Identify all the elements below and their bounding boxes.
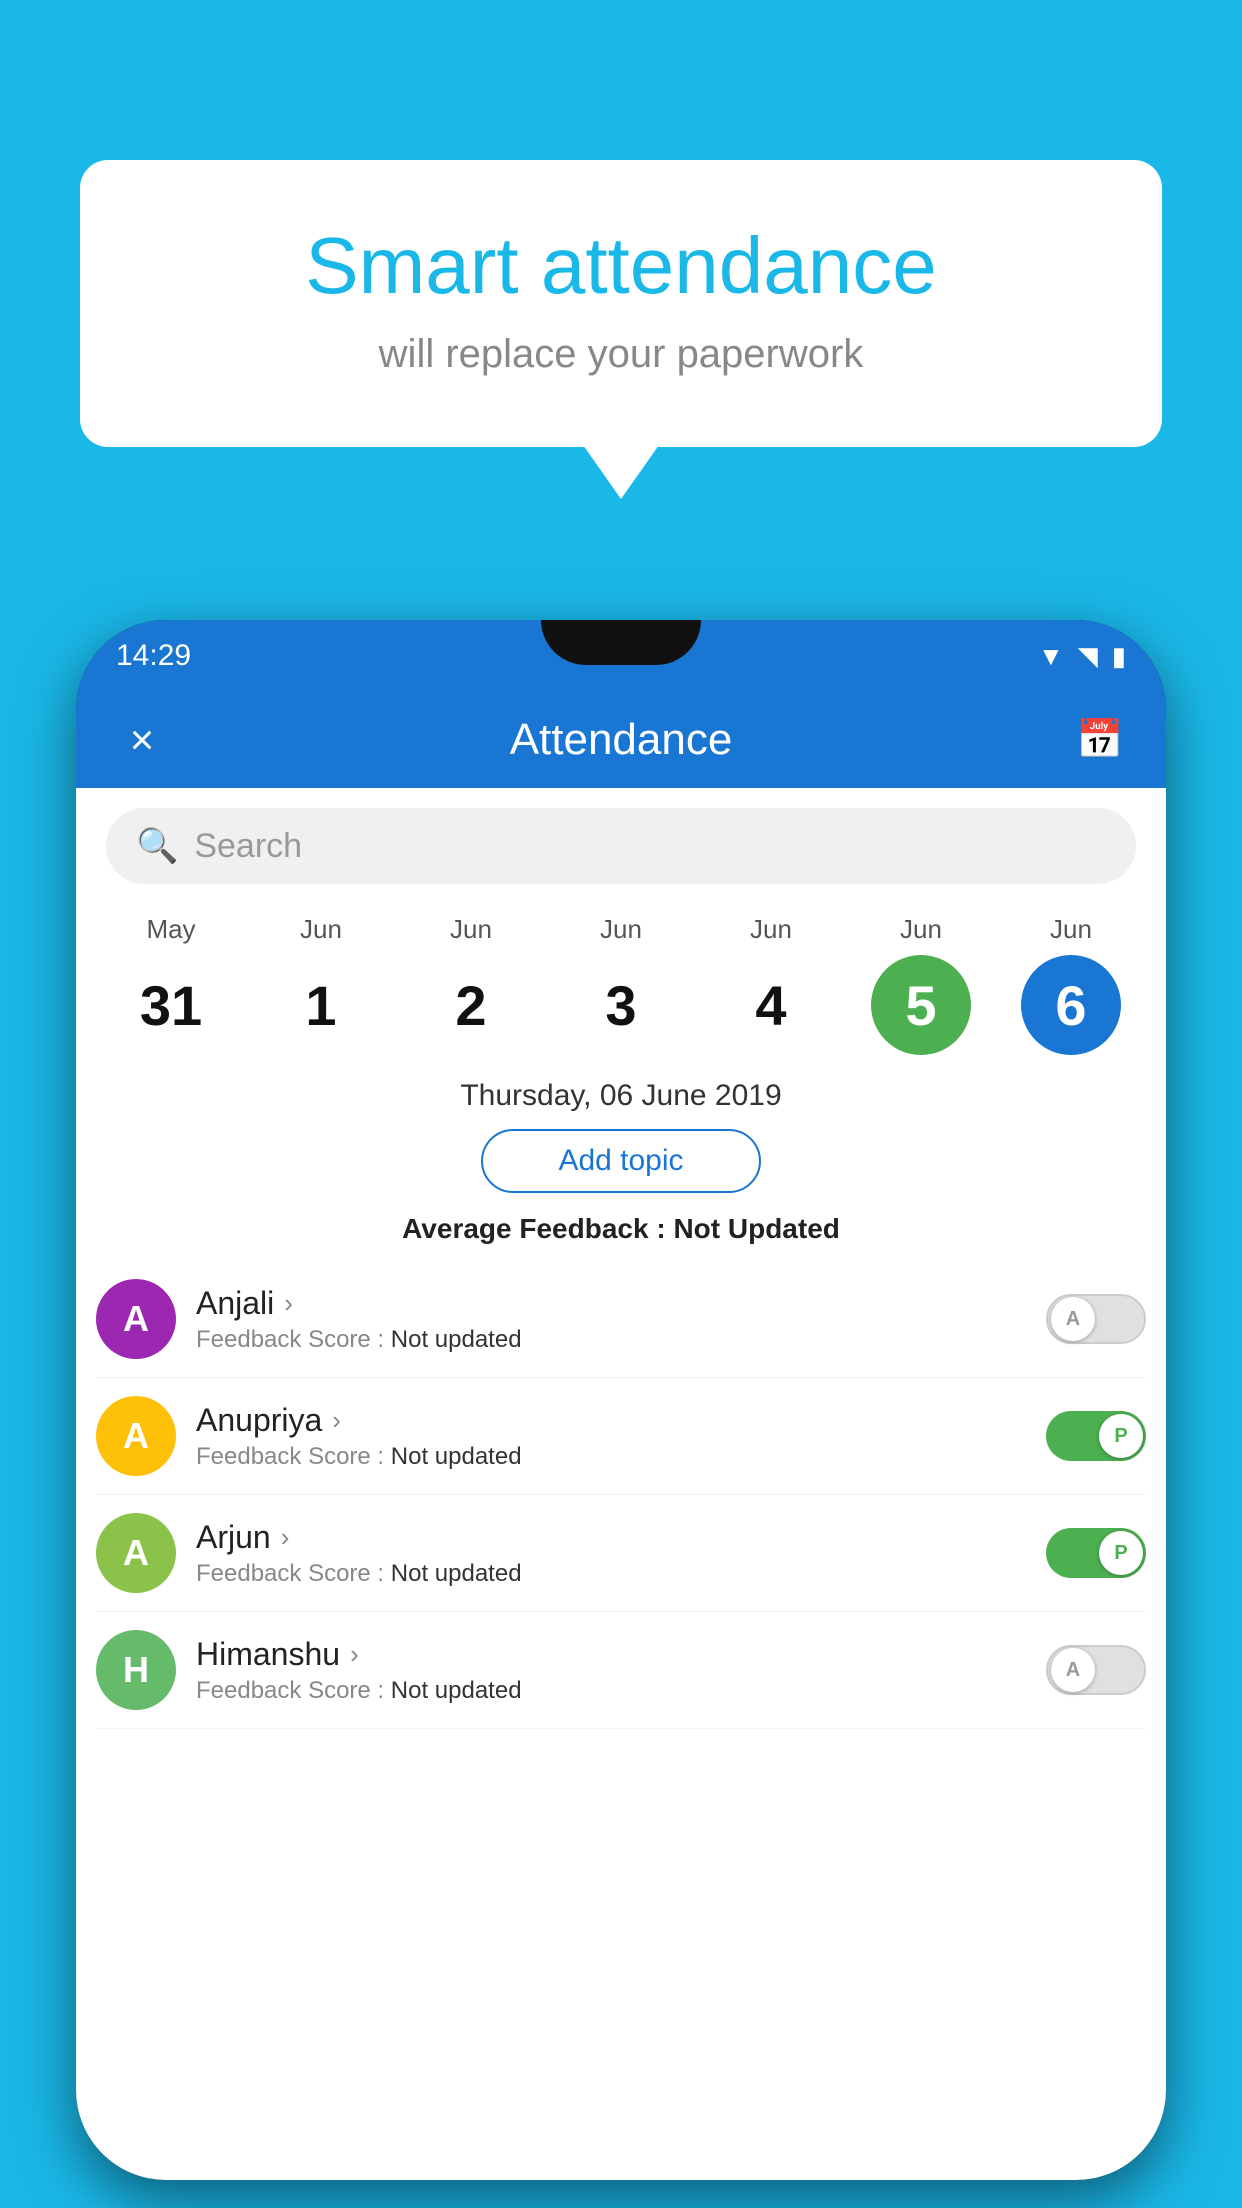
cal-day-jun1[interactable]: Jun 1 [261,914,381,1055]
student-info-arjun: Arjun › Feedback Score : Not updated [196,1519,1046,1588]
status-icons: ▼ ◥ ▮ [1038,641,1126,672]
cal-day-jun6[interactable]: Jun 6 [1011,914,1131,1055]
avatar-arjun: A [96,1513,176,1593]
signal-icon: ◥ [1078,641,1098,672]
avatar-himanshu: H [96,1630,176,1710]
calendar-row: May 31 Jun 1 Jun 2 Jun 3 Jun 4 [76,894,1166,1055]
student-info-anupriya: Anupriya › Feedback Score : Not updated [196,1402,1046,1471]
feedback-score-anupriya: Feedback Score : Not updated [196,1443,1046,1471]
search-bar[interactable]: 🔍 Search [106,808,1136,884]
cal-day-jun2[interactable]: Jun 2 [411,914,531,1055]
speech-bubble: Smart attendance will replace your paper… [80,160,1162,447]
student-row-himanshu[interactable]: H Himanshu › Feedback Score : Not update… [96,1612,1146,1729]
cal-day-may31[interactable]: May 31 [111,914,231,1055]
student-name-arjun: Arjun › [196,1519,1046,1556]
toggle-knob-arjun: P [1099,1531,1143,1575]
phone-frame: 14:29 ▼ ◥ ▮ × Attendance 📅 🔍 Search Ma [76,620,1166,2180]
toggle-knob-anupriya: P [1099,1414,1143,1458]
student-row-anjali[interactable]: A Anjali › Feedback Score : Not updated … [96,1261,1146,1378]
bubble-title: Smart attendance [160,220,1082,312]
chevron-icon: › [281,1522,290,1553]
student-row-arjun[interactable]: A Arjun › Feedback Score : Not updated P [96,1495,1146,1612]
student-info-himanshu: Himanshu › Feedback Score : Not updated [196,1636,1046,1705]
chevron-icon: › [284,1288,293,1319]
search-placeholder: Search [194,827,302,866]
wifi-icon: ▼ [1038,641,1064,672]
bubble-subtitle: will replace your paperwork [160,332,1082,377]
attendance-toggle-himanshu[interactable]: A [1046,1645,1146,1695]
chevron-icon: › [350,1639,359,1670]
student-name-anjali: Anjali › [196,1285,1046,1322]
student-name-anupriya: Anupriya › [196,1402,1046,1439]
selected-date: Thursday, 06 June 2019 [76,1079,1166,1113]
student-name-himanshu: Himanshu › [196,1636,1046,1673]
attendance-toggle-arjun[interactable]: P [1046,1528,1146,1578]
avatar-anupriya: A [96,1396,176,1476]
chevron-icon: › [332,1405,341,1436]
add-topic-button[interactable]: Add topic [481,1129,761,1193]
feedback-score-arjun: Feedback Score : Not updated [196,1560,1046,1588]
status-time: 14:29 [116,639,191,673]
student-list: A Anjali › Feedback Score : Not updated … [76,1261,1166,1729]
attendance-toggle-anjali[interactable]: A [1046,1294,1146,1344]
attendance-toggle-anupriya[interactable]: P [1046,1411,1146,1461]
feedback-score-himanshu: Feedback Score : Not updated [196,1677,1046,1705]
search-icon: 🔍 [136,826,178,866]
screen-content: 🔍 Search May 31 Jun 1 Jun 2 Jun [76,788,1166,2180]
app-bar-title: Attendance [172,715,1070,765]
student-row-anupriya[interactable]: A Anupriya › Feedback Score : Not update… [96,1378,1146,1495]
calendar-icon-button[interactable]: 📅 [1070,718,1130,762]
cal-day-jun4[interactable]: Jun 4 [711,914,831,1055]
app-bar: × Attendance 📅 [76,692,1166,788]
toggle-knob-anjali: A [1051,1297,1095,1341]
avatar-anjali: A [96,1279,176,1359]
feedback-score-anjali: Feedback Score : Not updated [196,1326,1046,1354]
phone-notch [541,620,701,665]
student-info-anjali: Anjali › Feedback Score : Not updated [196,1285,1046,1354]
phone-wrapper: 14:29 ▼ ◥ ▮ × Attendance 📅 🔍 Search Ma [75,620,1167,2168]
battery-icon: ▮ [1112,641,1126,672]
avg-feedback: Average Feedback : Not Updated [76,1213,1166,1245]
cal-day-jun3[interactable]: Jun 3 [561,914,681,1055]
cal-day-jun5[interactable]: Jun 5 [861,914,981,1055]
toggle-knob-himanshu: A [1051,1648,1095,1692]
close-button[interactable]: × [112,716,172,764]
